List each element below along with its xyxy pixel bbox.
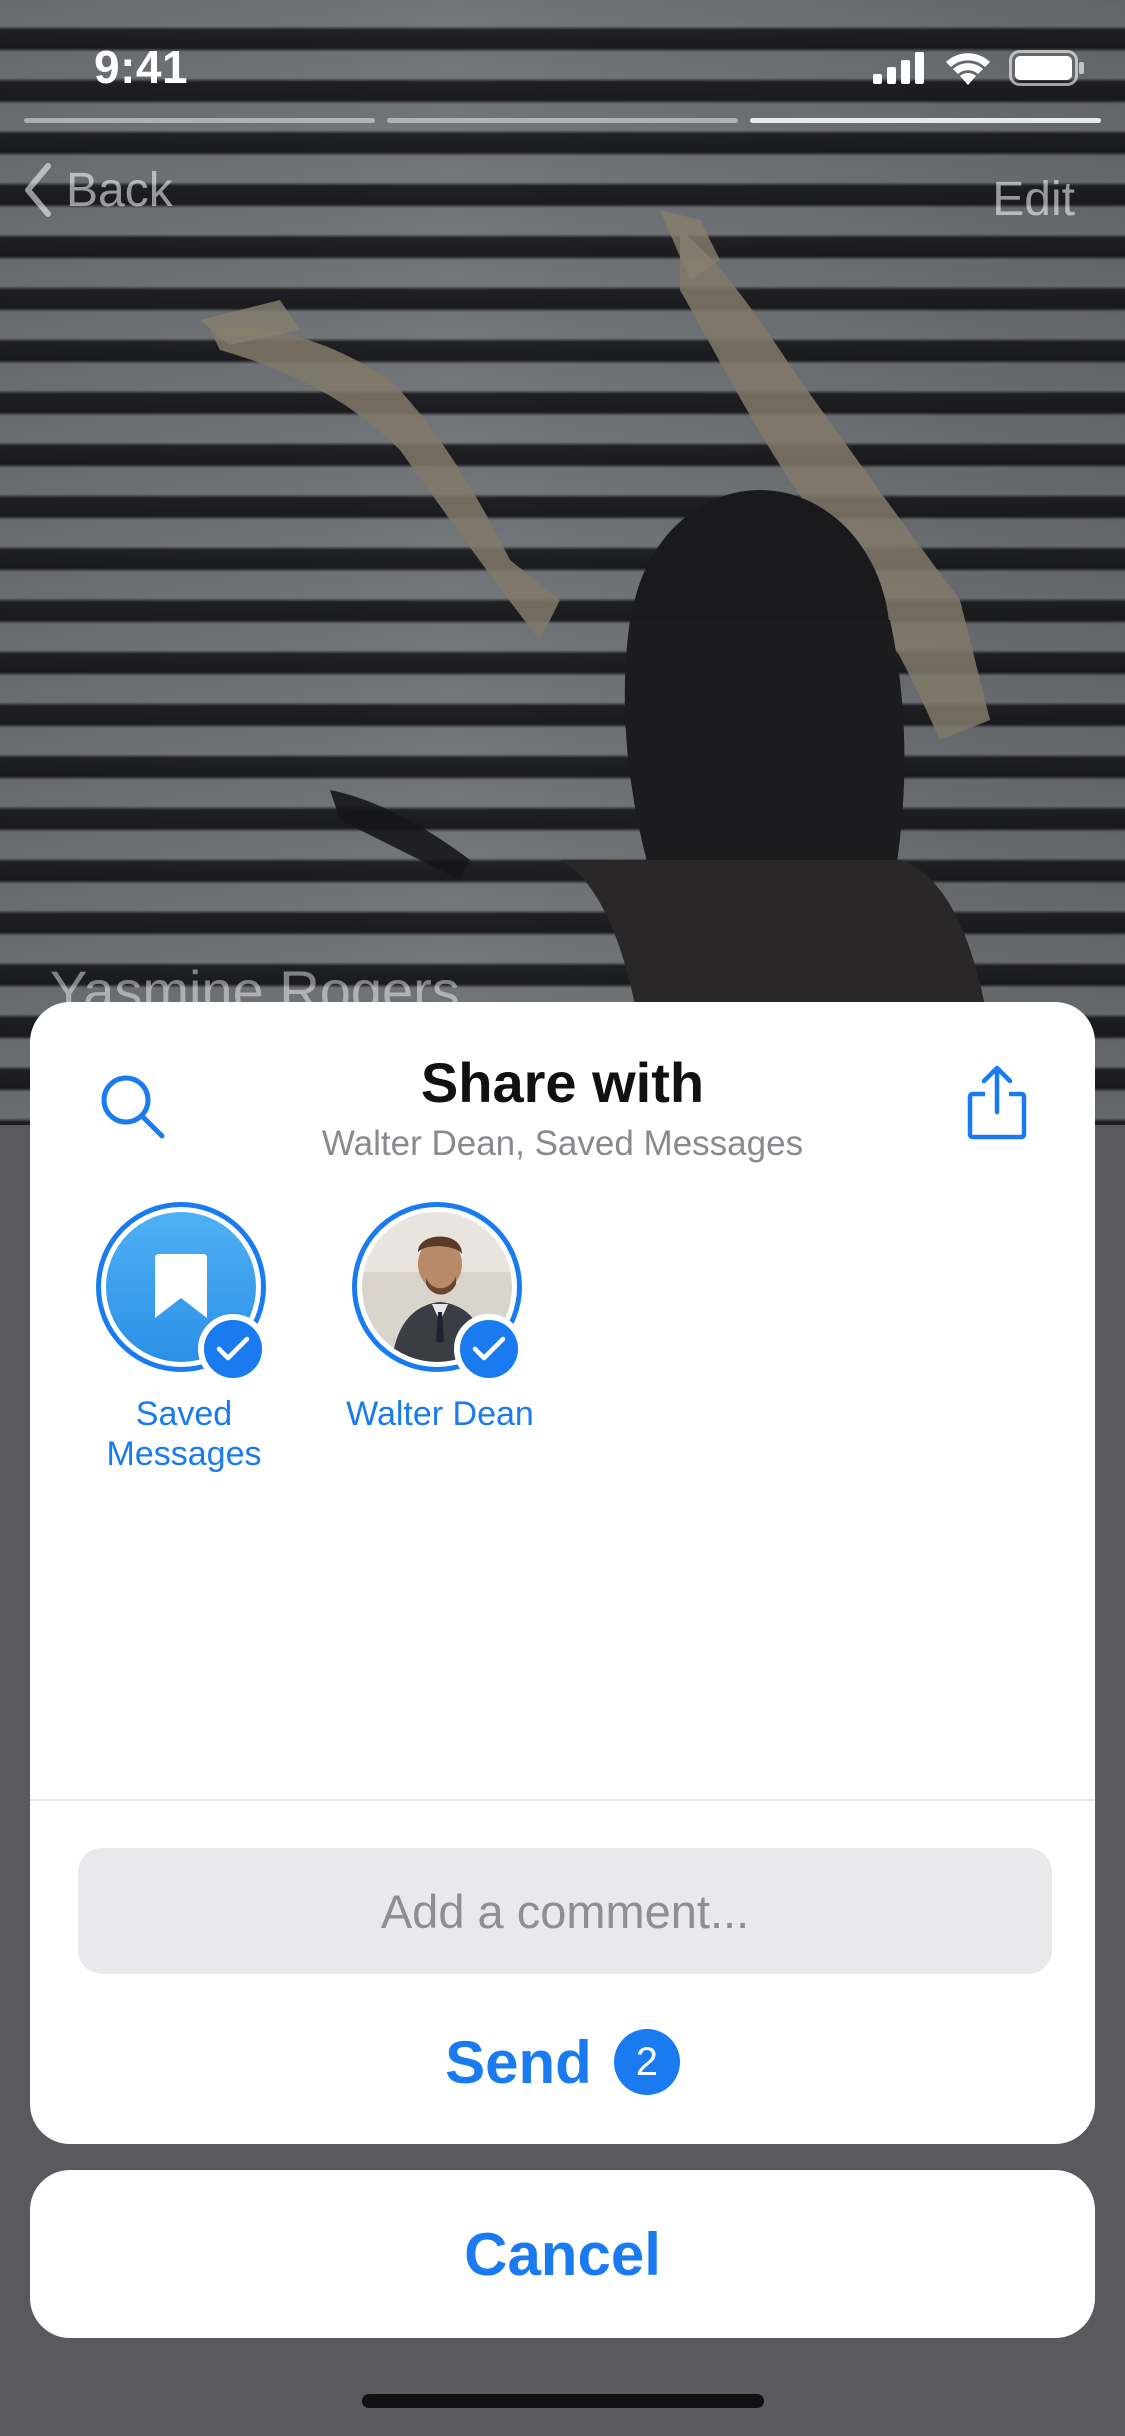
home-indicator[interactable] <box>362 2394 764 2408</box>
progress-segment <box>24 118 375 123</box>
progress-segment-active <box>750 118 1101 123</box>
recipient-label: Walter Dean <box>330 1394 550 1434</box>
status-icons <box>873 50 1085 86</box>
chevron-left-icon <box>25 163 51 217</box>
send-count-badge: 2 <box>613 2029 680 2095</box>
checkmark-badge <box>198 1314 268 1384</box>
checkmark-icon <box>216 1336 250 1361</box>
back-label: Back <box>66 163 173 217</box>
send-button[interactable]: Send 2 <box>30 2022 1095 2102</box>
recipient-label-line1: Saved <box>135 1395 233 1433</box>
recipient-label-line1: Walter Dean <box>346 1395 534 1433</box>
share-sheet: Share with Walter Dean, Saved Messages S… <box>30 1002 1095 2144</box>
cellular-signal-icon <box>873 52 924 84</box>
back-button[interactable]: Back <box>22 162 173 218</box>
wifi-icon <box>946 53 990 85</box>
divider <box>30 1799 1095 1801</box>
send-label: Send <box>445 2028 592 2096</box>
sheet-subtitle: Walter Dean, Saved Messages <box>321 1124 804 1163</box>
story-progress <box>24 118 1101 123</box>
share-icon[interactable] <box>967 1064 1027 1140</box>
progress-segment <box>387 118 738 123</box>
sheet-title: Share with <box>420 1051 705 1114</box>
recipient-label-line2: Messages <box>106 1435 262 1473</box>
bookmark-icon <box>155 1254 207 1318</box>
recipient-label: Saved Messages <box>74 1394 294 1474</box>
comment-input[interactable] <box>78 1848 1052 1974</box>
battery-icon <box>1009 50 1084 86</box>
checkmark-icon <box>472 1336 506 1361</box>
status-bar: 9:41 <box>0 0 1125 120</box>
status-time: 9:41 <box>94 41 189 93</box>
cancel-button[interactable]: Cancel <box>30 2170 1095 2338</box>
checkmark-badge <box>454 1314 524 1384</box>
edit-button[interactable]: Edit <box>992 172 1075 227</box>
